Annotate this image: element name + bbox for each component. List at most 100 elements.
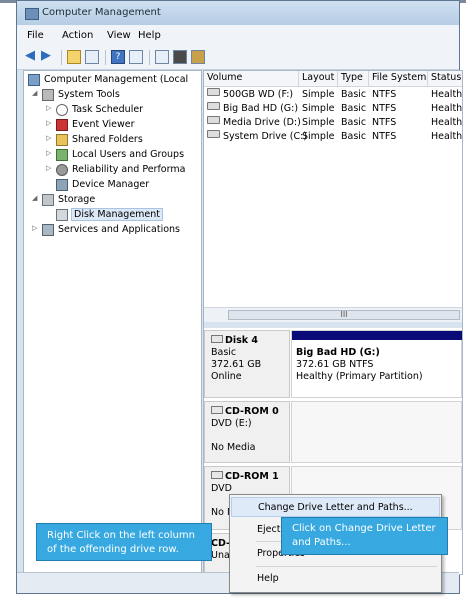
tree-item-label: Local Users and Groups (72, 149, 185, 160)
tree-item-label: Services and Applications (58, 224, 181, 235)
volume-layout: Simple (302, 89, 335, 100)
cd-rom-icon (211, 471, 223, 479)
drive-icon (207, 102, 220, 110)
disk-icon (56, 209, 68, 221)
up-folder-icon[interactable] (67, 50, 81, 64)
callout-change-drive-letter-instruction: Click on Change Drive Letter and Paths..… (281, 517, 448, 555)
collapsed-arrow-icon[interactable]: ▷ (32, 224, 37, 232)
partition-big-bad-hd[interactable]: Big Bad HD (G:) 372.61 GB NTFS Healthy (… (291, 330, 462, 398)
volume-file-system: NTFS (372, 117, 397, 128)
volume-file-system: NTFS (372, 103, 397, 114)
help-icon[interactable]: ? (111, 50, 125, 64)
toolbar: ◀ ▶ ? (17, 46, 459, 70)
toolbar-separator (149, 50, 150, 65)
export-icon[interactable] (191, 50, 205, 64)
column-header-layout[interactable]: Layout (299, 71, 338, 86)
computer-management-icon (25, 8, 39, 20)
properties-icon[interactable] (173, 50, 187, 64)
volume-type: Basic (341, 131, 367, 142)
show-hide-tree-icon[interactable] (85, 50, 99, 64)
collapsed-arrow-icon[interactable]: ▷ (46, 164, 51, 172)
menu-separator (256, 566, 437, 567)
disk-status: No Media (211, 442, 256, 453)
table-row[interactable]: Big Bad HD (G:) Simple Basic NTFS Health… (204, 102, 463, 116)
action-pane-icon[interactable] (129, 50, 143, 64)
volume-status: Healthy (P (431, 89, 463, 100)
forward-arrow-icon[interactable]: ▶ (41, 48, 55, 63)
callout-right-click-instruction: Right Click on the left column of the of… (36, 523, 212, 561)
disk-size: 372.61 GB (211, 359, 262, 370)
table-row[interactable]: Media Drive (D:) Simple Basic NTFS Healt… (204, 116, 462, 130)
tree-item-label: Task Scheduler (72, 104, 144, 115)
volume-file-system: NTFS (372, 131, 397, 142)
clock-icon (56, 104, 68, 116)
volume-file-system: NTFS (372, 89, 397, 100)
tree-item-label: Computer Management (Local (44, 74, 189, 85)
disk-name: CD-ROM 0 (225, 406, 279, 417)
tree-item-label: Device Manager (72, 179, 150, 190)
column-header-file-system[interactable]: File System (369, 71, 428, 86)
event-viewer-icon (56, 119, 68, 131)
window-title: Computer Management (42, 7, 161, 18)
toolbar-separator (105, 50, 106, 65)
menu-file[interactable]: File (27, 30, 44, 41)
volume-status: Healthy (P (431, 103, 463, 114)
disk-status: Online (211, 371, 242, 382)
pane-splitter[interactable] (204, 322, 462, 328)
disk-size (211, 430, 283, 442)
disk-name: Disk 4 (225, 335, 259, 346)
back-arrow-icon[interactable]: ◀ (25, 48, 39, 63)
collapsed-arrow-icon[interactable]: ▷ (46, 104, 51, 112)
expanded-arrow-icon[interactable]: ◢ (32, 89, 37, 97)
tree-item-label: System Tools (58, 89, 120, 100)
collapsed-arrow-icon[interactable]: ▷ (46, 134, 51, 142)
column-header-volume[interactable]: Volume (204, 71, 299, 86)
drive-icon (207, 130, 220, 138)
storage-icon (42, 194, 54, 206)
device-manager-icon (56, 179, 68, 191)
performance-icon (56, 164, 68, 176)
cd-rom-0-media-area (291, 401, 462, 463)
column-header-type[interactable]: Type (338, 71, 369, 86)
menu-bar: File Action View Help (17, 25, 459, 47)
disk-type: DVD (E:) (211, 418, 252, 429)
column-header-status[interactable]: Status (428, 71, 462, 86)
collapsed-arrow-icon[interactable]: ▷ (46, 149, 51, 157)
horizontal-scrollbar[interactable]: III (204, 307, 462, 323)
volume-type: Basic (341, 103, 367, 114)
volume-layout: Simple (302, 131, 335, 142)
menu-item-help[interactable]: Help (231, 569, 440, 589)
tools-icon (42, 89, 54, 101)
volume-type: Basic (341, 117, 367, 128)
tree-item-label: Event Viewer (72, 119, 135, 130)
menu-view[interactable]: View (107, 30, 131, 41)
partition-size: 372.61 GB NTFS (296, 359, 374, 370)
tree-item-label: Disk Management (71, 208, 164, 221)
tree-item-label: Reliability and Performa (72, 164, 186, 175)
table-row[interactable]: 500GB WD (F:) Simple Basic NTFS Healthy … (204, 88, 463, 102)
menu-help[interactable]: Help (138, 30, 161, 41)
cd-rom-0-label[interactable]: CD-ROM 0 DVD (E:) No Media (204, 401, 290, 463)
disk-4-label[interactable]: Disk 4 Basic 372.61 GB Online (204, 330, 290, 398)
scrollbar-thumb[interactable]: III (228, 310, 460, 320)
cd-rom-icon (211, 406, 223, 414)
users-icon (56, 149, 68, 161)
volume-name: 500GB WD (F:) (223, 89, 294, 100)
disk-refresh-icon[interactable] (155, 50, 169, 64)
disk-type: Basic (211, 347, 237, 358)
disk-name: CD-ROM 1 (225, 471, 279, 482)
table-row[interactable]: System Drive (C:) Simple Basic NTFS Heal… (204, 130, 462, 144)
hard-disk-icon (211, 335, 223, 343)
menu-action[interactable]: Action (62, 30, 93, 41)
volume-layout: Simple (302, 103, 335, 114)
shared-folder-icon (56, 134, 68, 146)
computer-icon (28, 74, 40, 86)
partition-bar (292, 331, 462, 340)
expanded-arrow-icon[interactable]: ◢ (32, 194, 37, 202)
volume-name: System Drive (C:) (223, 131, 308, 142)
navigation-tree: Computer Management (Local ◢ System Tool… (23, 70, 202, 575)
title-bar[interactable]: Computer Management (17, 1, 459, 25)
drive-icon (207, 116, 220, 124)
menu-item-change-drive-letter[interactable]: Change Drive Letter and Paths... (231, 497, 440, 517)
collapsed-arrow-icon[interactable]: ▷ (46, 119, 51, 127)
